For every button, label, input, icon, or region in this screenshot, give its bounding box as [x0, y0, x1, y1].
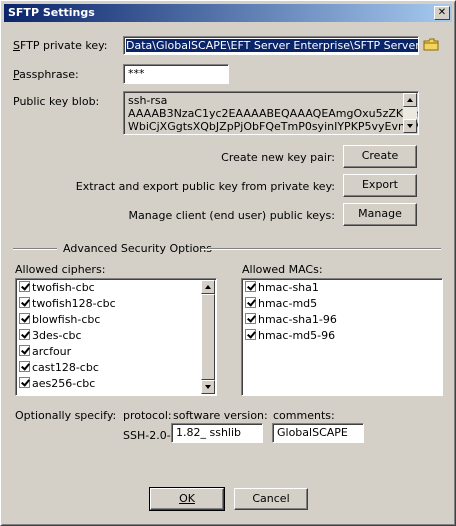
checkbox-checked[interactable] [19, 281, 30, 292]
private-key-label: SFTP private key: [13, 39, 108, 52]
scroll-up-button[interactable] [201, 280, 215, 294]
window-title: SFTP Settings [8, 6, 95, 19]
protocol-label: protocol: [123, 409, 172, 422]
list-item[interactable]: hmac-md5 [245, 297, 317, 313]
checkbox-checked[interactable] [19, 313, 30, 324]
passphrase-label: Passphrase: [13, 68, 79, 81]
scroll-down-button[interactable] [201, 380, 215, 394]
export-button[interactable]: Export [343, 174, 417, 197]
manage-button[interactable]: Manage [343, 203, 417, 226]
close-button[interactable]: ✕ [434, 6, 450, 20]
comments-input[interactable]: GlobalSCAPE [272, 423, 364, 443]
title-bar[interactable]: SFTP Settings ✕ [4, 4, 452, 22]
checkbox-checked[interactable] [19, 361, 30, 372]
public-key-line: ssh-rsa [128, 94, 168, 107]
list-item[interactable]: cast128-cbc [19, 361, 99, 377]
list-item[interactable]: hmac-sha1 [245, 281, 319, 297]
folder-icon[interactable] [423, 38, 439, 52]
checkbox-checked[interactable] [245, 329, 256, 340]
list-item[interactable]: twofish128-cbc [19, 297, 116, 313]
public-key-blob[interactable]: ssh-rsa AAAAB3NzaC1yc2EAAAABEQAAAQEAmgOx… [123, 91, 419, 135]
scroll-down-button[interactable] [403, 119, 417, 133]
comments-label: comments: [273, 409, 335, 422]
macs-list[interactable]: hmac-sha1 hmac-md5 hmac-sha1-96 hmac-md5… [241, 278, 443, 396]
public-key-line: WbiCjXGgtsXQbJZpPjObFQeTmP0syinIYPKP5vyE… [128, 120, 419, 133]
cancel-button[interactable]: Cancel [234, 488, 308, 510]
software-version-input[interactable]: 1.82_ sshlib [171, 423, 263, 443]
private-key-input[interactable]: Data\GlobalSCAPE\EFT Server Enterprise\S… [123, 36, 419, 55]
scroll-thumb[interactable] [201, 294, 215, 380]
create-button[interactable]: Create [343, 145, 417, 168]
public-key-scrollbar[interactable] [403, 93, 417, 133]
public-key-line: AAAAB3NzaC1yc2EAAAABEQAAAQEAmgOxu5zZKHmM [128, 107, 419, 120]
down-arrow-icon [407, 124, 413, 128]
up-arrow-icon [205, 285, 211, 289]
protocol-value: SSH-2.0- [123, 429, 171, 442]
list-item[interactable]: twofish-cbc [19, 281, 95, 297]
list-item[interactable]: aes256-cbc [19, 377, 95, 393]
list-item[interactable]: blowfish-cbc [19, 313, 100, 329]
create-key-label: Create new key pair: [221, 151, 335, 164]
checkbox-checked[interactable] [19, 345, 30, 356]
list-item[interactable]: arcfour [19, 345, 71, 361]
ok-button[interactable]: OK [149, 487, 225, 511]
optionally-specify-label: Optionally specify: [15, 409, 117, 422]
ciphers-list[interactable]: twofish-cbc twofish128-cbc blowfish-cbc … [15, 278, 217, 396]
manage-keys-label: Manage client (end user) public keys: [128, 209, 335, 222]
checkbox-checked[interactable] [19, 329, 30, 340]
scroll-up-button[interactable] [403, 93, 417, 107]
sftp-settings-dialog: SFTP Settings ✕ SFTP private key: Data\G… [0, 0, 456, 526]
list-item[interactable]: hmac-md5-96 [245, 329, 335, 345]
ciphers-scrollbar[interactable] [201, 280, 215, 394]
down-arrow-icon [205, 385, 211, 389]
export-key-label: Extract and export public key from priva… [75, 180, 335, 193]
separator-right [201, 248, 441, 250]
macs-label: Allowed MACs: [242, 263, 323, 276]
software-version-label: software version: [173, 409, 268, 422]
advanced-options-title: Advanced Security Options [63, 242, 212, 255]
up-arrow-icon [407, 98, 413, 102]
list-item[interactable]: 3des-cbc [19, 329, 82, 345]
separator-left [13, 248, 57, 250]
checkbox-checked[interactable] [245, 313, 256, 324]
ciphers-label: Allowed ciphers: [15, 263, 106, 276]
private-key-value: Data\GlobalSCAPE\EFT Server Enterprise\S… [126, 39, 418, 52]
checkbox-checked[interactable] [19, 297, 30, 308]
checkbox-checked[interactable] [245, 281, 256, 292]
passphrase-input[interactable]: *** [123, 64, 229, 84]
checkbox-checked[interactable] [19, 377, 30, 388]
list-item[interactable]: hmac-sha1-96 [245, 313, 337, 329]
public-key-label: Public key blob: [13, 95, 100, 108]
checkbox-checked[interactable] [245, 297, 256, 308]
